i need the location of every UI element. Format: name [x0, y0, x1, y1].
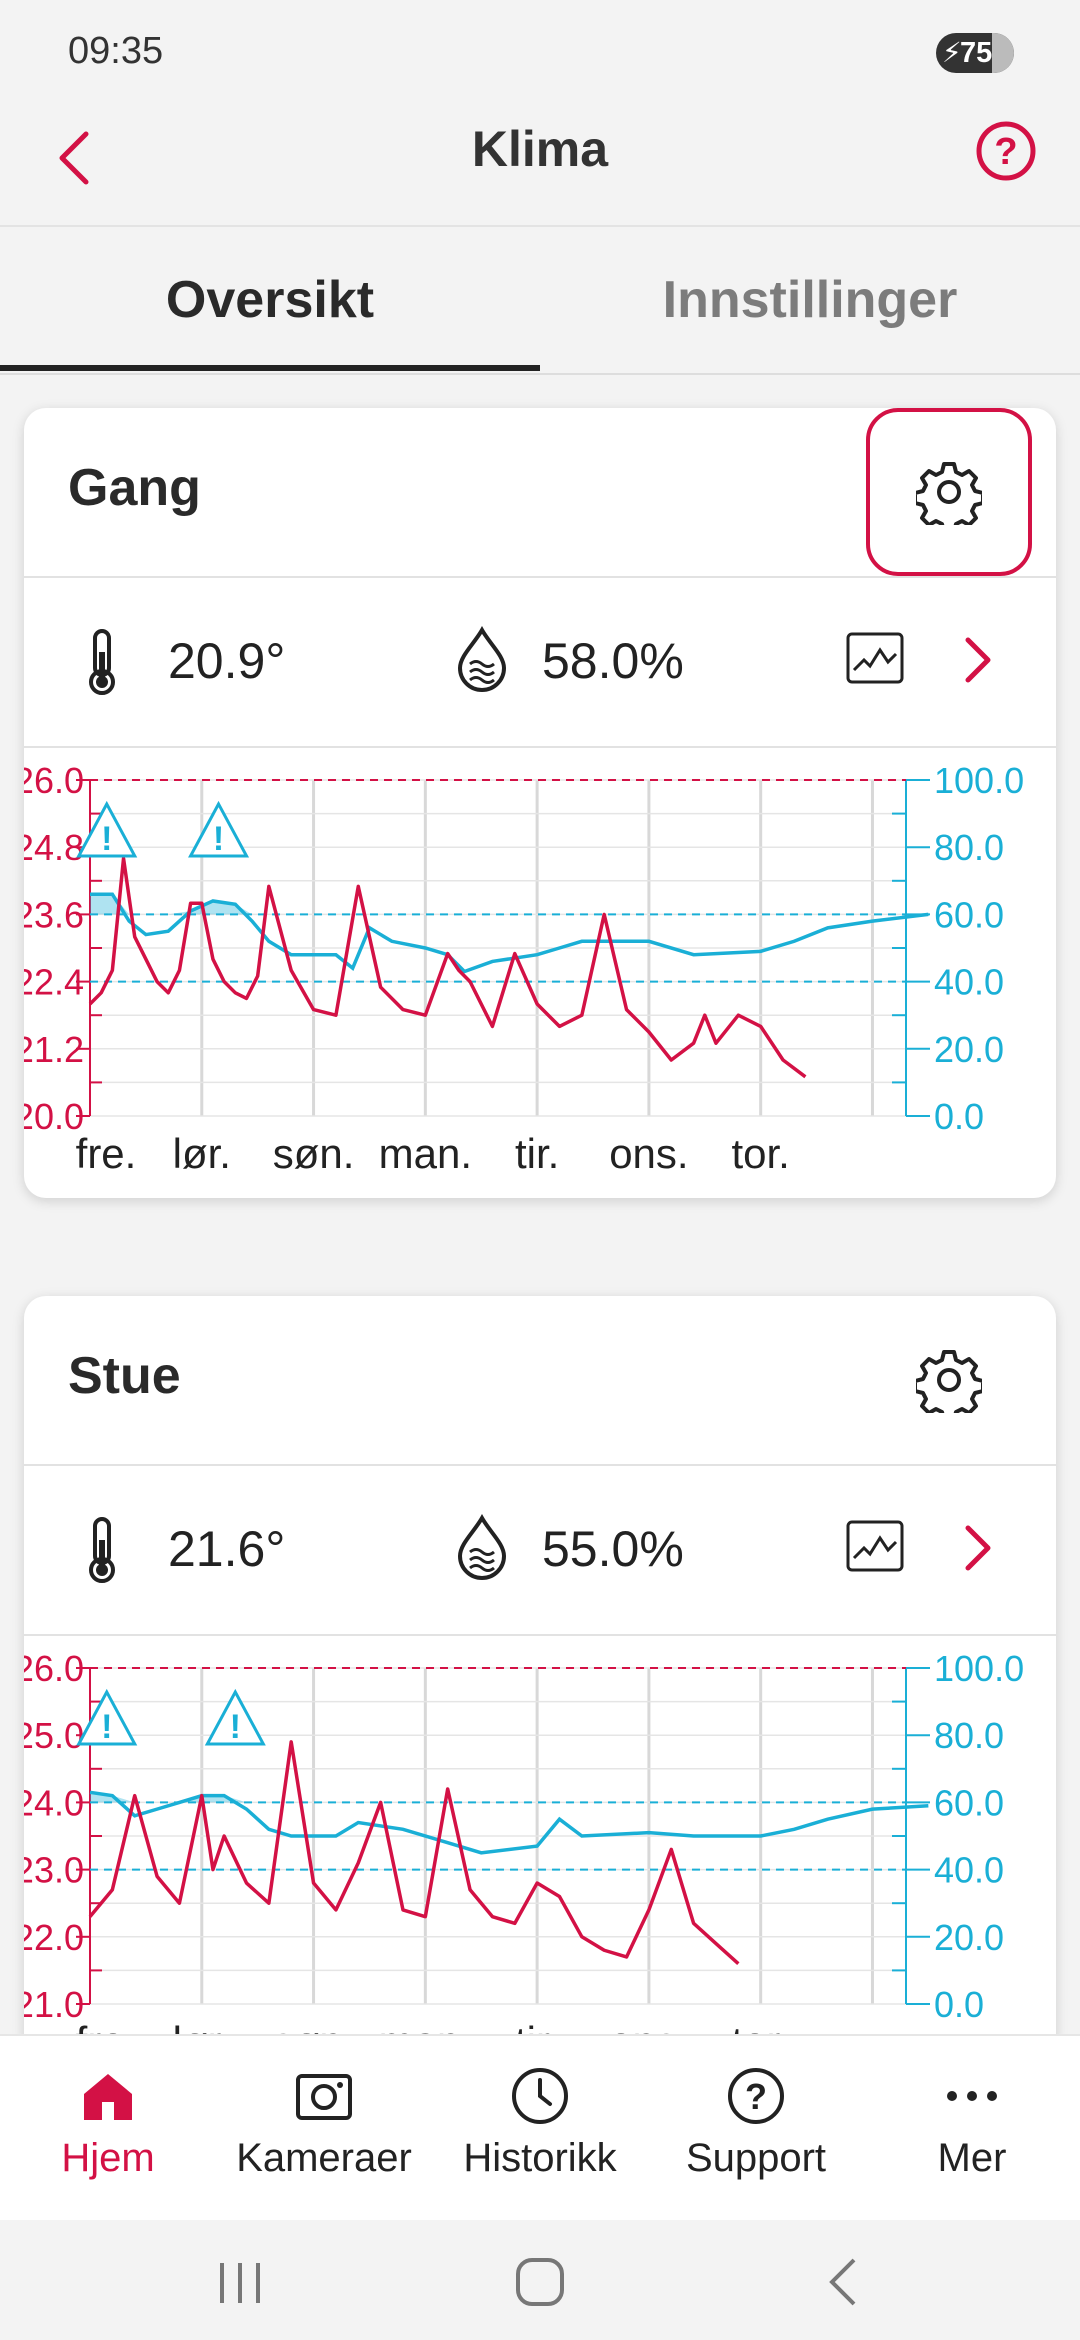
- left-tick-label: 22.4: [24, 962, 84, 1003]
- card-header: Stue: [24, 1296, 1056, 1466]
- climate-chart: 26.025.024.023.022.021.0100.080.060.040.…: [24, 1648, 1024, 2056]
- charging-icon: ⚡: [942, 37, 962, 68]
- room-settings-button[interactable]: [866, 408, 1032, 576]
- system-navigation-bar: [0, 2220, 1080, 2340]
- page-title: Klima: [471, 121, 609, 177]
- room-card-gang: Gang 20.9° 58.0% 6.0 4.8 3.6 2.4 1.2 0.0…: [24, 408, 1056, 1198]
- help-icon[interactable]: ?: [975, 120, 1037, 182]
- status-bar: 09:35 ⚡ 75: [0, 0, 1080, 100]
- thermometer-icon: [89, 1517, 115, 1583]
- right-tick-label: 20.0: [934, 1917, 1004, 1958]
- right-tick-label: 100.0: [934, 1648, 1024, 1689]
- left-tick-label: 23.0: [24, 1850, 84, 1891]
- nav-label: Hjem: [61, 2136, 155, 2180]
- camera-icon: [296, 2074, 352, 2120]
- gear-icon: [916, 1350, 982, 1413]
- svg-text:!: !: [101, 1708, 112, 1746]
- recent-apps-icon[interactable]: [214, 2258, 266, 2308]
- left-tick-label: 22.0: [24, 1917, 84, 1958]
- nav-label: Support: [685, 2136, 827, 2180]
- svg-text:!: !: [230, 1708, 241, 1746]
- x-tick-label: søn.: [273, 1130, 355, 1177]
- room-stats[interactable]: 20.9° 58.0%: [24, 576, 1056, 748]
- svg-text:?: ?: [994, 131, 1017, 173]
- nav-label: Historikk: [463, 2136, 617, 2180]
- right-tick-label: 0.0: [934, 1984, 984, 2025]
- x-tick-label: fre.: [76, 1130, 137, 1177]
- room-card-stue: Stue 21.6° 55.0% 6.0 5.0 4.0 3.0 2.0 1.0…: [24, 1296, 1056, 2056]
- nav-hjem[interactable]: Hjem: [0, 2036, 216, 2222]
- graph-icon[interactable]: [846, 632, 904, 684]
- home-icon: [84, 2074, 132, 2120]
- right-tick-label: 20.0: [934, 1029, 1004, 1070]
- warning-icon: !: [204, 1688, 266, 1746]
- warning-icon: !: [188, 800, 250, 858]
- tab-bar: Oversikt Innstillinger: [0, 225, 1080, 375]
- right-tick-label: 80.0: [934, 827, 1004, 868]
- right-tick-label: 40.0: [934, 1850, 1004, 1891]
- warning-icon: !: [76, 800, 138, 858]
- bottom-navigation: Hjem Kameraer Historikk ? Support Mer: [0, 2034, 1080, 2222]
- left-tick-label: 26.0: [24, 760, 84, 801]
- battery-level: 75: [960, 37, 993, 69]
- back-nav-icon[interactable]: [824, 2256, 864, 2308]
- card-header: Gang: [24, 408, 1056, 578]
- x-tick-label: man.: [379, 1130, 472, 1177]
- svg-text:!: !: [213, 820, 224, 858]
- x-tick-label: tor.: [731, 1130, 789, 1177]
- warning-icon: !: [76, 1688, 138, 1746]
- chevron-right-icon[interactable]: [960, 634, 996, 686]
- temperature-series: [88, 1740, 740, 1965]
- temperature-series: [88, 856, 807, 1079]
- battery-indicator: ⚡ 75: [936, 33, 1014, 73]
- x-tick-label: lør.: [173, 1130, 231, 1177]
- x-tick-label: ons.: [609, 1130, 688, 1177]
- right-tick-label: 100.0: [934, 760, 1024, 801]
- climate-chart: 26.0 24.8 23.6 22.4 21.2 20.0 100.0 80.0 60.0 40.…: [24, 760, 1024, 1177]
- history-icon: [512, 2068, 568, 2124]
- support-icon: ?: [728, 2068, 784, 2124]
- humidity-icon: [457, 1514, 507, 1580]
- status-time: 09:35: [68, 30, 164, 72]
- nav-support[interactable]: ? Support: [648, 2036, 864, 2222]
- gear-icon: [916, 462, 982, 525]
- svg-text:?: ?: [745, 2076, 767, 2117]
- left-tick-label: 23.6: [24, 894, 84, 935]
- left-tick-label: 21.2: [24, 1029, 84, 1070]
- room-settings-button[interactable]: [866, 1296, 1032, 1464]
- left-tick-label: 24.8: [24, 827, 84, 868]
- svg-text:!: !: [101, 820, 112, 858]
- right-tick-label: 60.0: [934, 894, 1004, 935]
- x-tick-label: tir.: [515, 1130, 559, 1177]
- nav-label: Mer: [937, 2136, 1007, 2180]
- right-tick-label: 0.0: [934, 1096, 984, 1137]
- right-tick-label: 80.0: [934, 1715, 1004, 1756]
- tab-oversikt[interactable]: Oversikt: [0, 227, 540, 373]
- left-tick-label: 26.0: [24, 1648, 84, 1689]
- nav-kameraer[interactable]: Kameraer: [216, 2036, 432, 2222]
- humidity-icon: [457, 626, 507, 692]
- graph-icon[interactable]: [846, 1520, 904, 1572]
- top-app-bar: Klima ?: [0, 100, 1080, 225]
- humidity-value: 55.0%: [542, 1521, 684, 1577]
- nav-label: Kameraer: [236, 2136, 412, 2180]
- room-stats[interactable]: 21.6° 55.0%: [24, 1464, 1056, 1636]
- more-icon: [947, 2091, 997, 2101]
- thermometer-icon: [89, 629, 115, 695]
- humidity-value: 58.0%: [542, 633, 684, 689]
- home-button-icon[interactable]: [514, 2256, 566, 2308]
- active-tab-indicator: [0, 365, 540, 371]
- room-name: Stue: [68, 1347, 181, 1405]
- temperature-value: 21.6°: [168, 1521, 286, 1577]
- left-tick-label: 25.0: [24, 1715, 84, 1756]
- nav-historikk[interactable]: Historikk: [432, 2036, 648, 2222]
- chevron-right-icon[interactable]: [960, 1522, 996, 1574]
- right-tick-label: 40.0: [934, 962, 1004, 1003]
- tab-innstillinger[interactable]: Innstillinger: [540, 227, 1080, 373]
- right-tick-label: 60.0: [934, 1782, 1004, 1823]
- room-name: Gang: [68, 459, 201, 517]
- temperature-value: 20.9°: [168, 633, 286, 689]
- left-tick-label: 24.0: [24, 1782, 84, 1823]
- nav-mer[interactable]: Mer: [864, 2036, 1080, 2222]
